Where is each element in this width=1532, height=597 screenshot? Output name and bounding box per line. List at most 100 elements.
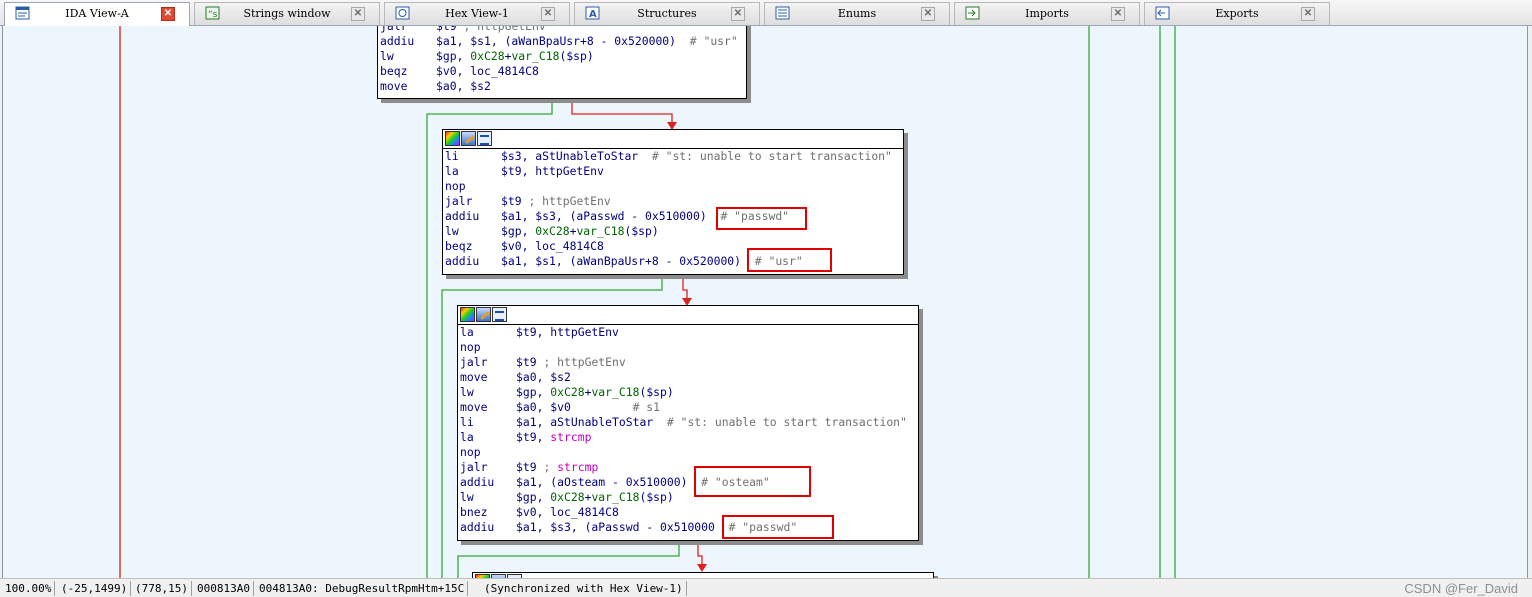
edit-icon[interactable] — [461, 131, 476, 146]
tab-label: Structures — [637, 7, 697, 20]
operand: $a1, $s3, (aPasswd - 0x510000) — [501, 209, 721, 223]
instruction-line[interactable]: bnez $v0, loc_4814C8 — [460, 505, 918, 520]
instruction-line[interactable]: jalr $t9 ; httpGetEnv — [445, 194, 903, 209]
close-icon[interactable]: ✕ — [541, 7, 555, 21]
svg-text:A: A — [589, 9, 597, 20]
mnemonic: la — [460, 430, 474, 444]
operand: $t9, httpGetEnv — [501, 164, 604, 178]
structures-icon: A — [585, 6, 601, 21]
tab-label: IDA View-A — [65, 7, 129, 20]
instruction-line[interactable]: addiu $a1, $s3, (aPasswd - 0x510000 # "pa… — [460, 520, 918, 535]
graph-icon[interactable] — [492, 307, 507, 322]
instruction-line[interactable]: la $t9, strcmp — [460, 430, 918, 445]
instruction-line[interactable]: lw $gp, 0xC28+var_C18($sp) — [380, 49, 746, 64]
instruction-line[interactable]: nop — [445, 179, 903, 194]
mnemonic: addiu — [445, 209, 480, 223]
block-header — [458, 306, 918, 325]
operand: ($sp) — [624, 224, 659, 238]
tab-imports[interactable]: Imports ✕ — [954, 2, 1140, 25]
instruction-line[interactable]: beqz $v0, loc_4814C8 — [445, 239, 903, 254]
tab-label: Strings window — [243, 7, 331, 20]
code-lines: li $s3, aStUnableToStar # "st: unable to … — [443, 149, 903, 269]
highlight-passwd-comment — [716, 207, 807, 230]
edit-icon[interactable] — [476, 307, 491, 322]
comment: # "st: unable to start transaction" — [651, 149, 892, 163]
instruction-line[interactable]: li $a1, aStUnableToStar # "st: unable to … — [460, 415, 918, 430]
close-icon[interactable]: ✕ — [731, 7, 745, 21]
operand: $t9 — [436, 26, 464, 33]
instruction-line[interactable]: li $s3, aStUnableToStar # "st: unable to … — [445, 149, 903, 164]
instruction-line[interactable]: addiu $a1, (aOsteam - 0x510000) # "osteam… — [460, 475, 918, 490]
close-icon[interactable]: ✕ — [1301, 7, 1315, 21]
instruction-line[interactable]: lw $gp, 0xC28+var_C18($sp) — [445, 224, 903, 239]
instruction-line[interactable]: lw $gp, 0xC28+var_C18($sp) — [460, 490, 918, 505]
instruction-line[interactable]: nop — [460, 445, 918, 460]
instruction-line[interactable]: addiu $a1, $s1, (aWanBpaUsr+8 - 0x520000)… — [380, 34, 746, 49]
mnemonic: move — [460, 400, 488, 414]
tab-ida-view-a[interactable]: IDA View-A ✕ — [4, 2, 190, 27]
operand: $t9 — [501, 194, 529, 208]
strings-icon: “s — [205, 6, 221, 21]
instruction-line[interactable]: move $a0, $s2 — [460, 370, 918, 385]
highlight-passwd-comment-2 — [722, 515, 834, 539]
tab-exports[interactable]: Exports ✕ — [1144, 2, 1330, 25]
code-lines: jalr $t9 ; httpGetEnv addiu $a1, $s1, (aWan… — [378, 26, 746, 94]
close-icon[interactable]: ✕ — [1111, 7, 1125, 21]
operand: $gp, — [516, 490, 551, 504]
operand: $a0, $s2 — [436, 79, 491, 93]
sync-status: (Synchronized with Hex View-1) — [481, 581, 687, 596]
code-block-low[interactable]: la $t9, httpGetEnv nop jalr $t9 ; httpGetEnv… — [457, 305, 919, 541]
instruction-line[interactable]: lw $gp, 0xC28+var_C18($sp) — [460, 385, 918, 400]
mouse-coords: (778,15) — [132, 581, 192, 596]
tab-label: Enums — [837, 7, 877, 20]
palette-icon[interactable] — [460, 307, 475, 322]
close-icon[interactable]: ✕ — [161, 7, 175, 21]
tab-label: Imports — [1025, 7, 1069, 20]
mnemonic: lw — [380, 49, 394, 63]
edge-false-mid — [682, 275, 688, 302]
operand: $t9 — [516, 355, 544, 369]
tab-hex-view-1[interactable]: Hex View-1 ✕ — [384, 2, 570, 25]
operand: $a1, (aOsteam - 0x510000) — [516, 475, 702, 489]
graph-icon[interactable] — [477, 131, 492, 146]
status-bar: 100.00% (-25,1499) (778,15) 000813A0 004… — [0, 578, 1532, 597]
mnemonic: addiu — [460, 520, 495, 534]
graph-view[interactable]: jalr $t9 ; httpGetEnv addiu $a1, $s1, (aWan… — [2, 26, 1528, 578]
instruction-line[interactable]: addiu $a1, $s3, (aPasswd - 0x510000) # "p… — [445, 209, 903, 224]
operand: 0xC28 — [550, 385, 585, 399]
instruction-line[interactable]: nop — [460, 340, 918, 355]
tab-enums[interactable]: Enums ✕ — [764, 2, 950, 25]
instruction-line[interactable]: jalr $t9 ; httpGetEnv — [380, 26, 746, 34]
instruction-line[interactable]: move $a0, $s2 — [380, 79, 746, 94]
svg-text:“s: “s — [208, 10, 218, 20]
close-icon[interactable]: ✕ — [921, 7, 935, 21]
code-block-top[interactable]: jalr $t9 ; httpGetEnv addiu $a1, $s1, (aWan… — [377, 26, 747, 99]
operand: $a1, aStUnableToStar — [516, 415, 667, 429]
instruction-line[interactable]: addiu $a1, $s1, (aWanBpaUsr+8 - 0x520000)… — [445, 254, 903, 269]
mnemonic: addiu — [445, 254, 480, 268]
edge-false-top — [571, 98, 673, 126]
tab-structures[interactable]: A Structures ✕ — [574, 2, 760, 25]
comment: ; — [543, 460, 558, 474]
operand: ($sp) — [559, 49, 594, 63]
graph-coords: (-25,1499) — [58, 581, 132, 596]
comment: # "st: unable to start transaction" — [666, 415, 907, 429]
palette-icon[interactable] — [445, 131, 460, 146]
enums-icon — [775, 6, 791, 21]
mnemonic: move — [380, 79, 408, 93]
instruction-line[interactable]: la $t9, httpGetEnv — [460, 325, 918, 340]
tab-strings-window[interactable]: “s Strings window ✕ — [194, 2, 380, 25]
close-icon[interactable]: ✕ — [351, 7, 365, 21]
operand: var_C18 — [591, 490, 640, 504]
instruction-line[interactable]: move $a0, $v0 # s1 — [460, 400, 918, 415]
operand: var_C18 — [576, 224, 625, 238]
code-block-mid[interactable]: li $s3, aStUnableToStar # "st: unable to … — [442, 129, 904, 275]
highlight-osteam-comment — [694, 466, 811, 497]
mnemonic: beqz — [445, 239, 473, 253]
mnemonic: li — [445, 149, 459, 163]
instruction-line[interactable]: beqz $v0, loc_4814C8 — [380, 64, 746, 79]
instruction-line[interactable]: jalr $t9 ; httpGetEnv — [460, 355, 918, 370]
instruction-line[interactable]: jalr $t9 ; strcmp — [460, 460, 918, 475]
operand: $a1, $s1, (aWanBpaUsr+8 - 0x520000) — [436, 34, 690, 48]
instruction-line[interactable]: la $t9, httpGetEnv — [445, 164, 903, 179]
